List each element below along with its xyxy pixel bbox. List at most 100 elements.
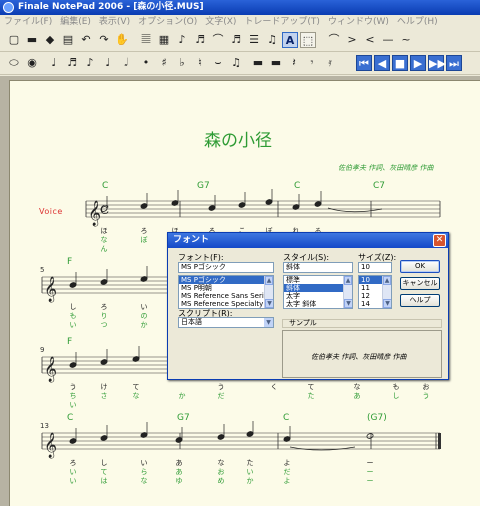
scroll-up-icon[interactable]: ▲ bbox=[344, 276, 352, 285]
lyric-syllable[interactable]: お bbox=[420, 383, 432, 392]
forward-icon[interactable]: ▶▶ bbox=[428, 55, 446, 71]
staff-name-voice[interactable]: Voice bbox=[39, 207, 63, 216]
menu-item-7[interactable]: ヘルプ(H) bbox=[393, 15, 442, 29]
crescendo-icon[interactable]: > bbox=[344, 32, 360, 48]
whole-rest-icon[interactable]: ▬ bbox=[250, 55, 266, 71]
scroll-down-icon[interactable]: ▼ bbox=[344, 299, 352, 308]
eighth-note-icon[interactable]: ♪ bbox=[82, 55, 98, 71]
size-input[interactable]: 10 bbox=[358, 262, 392, 273]
scrollbar[interactable]: ▲ ▼ bbox=[382, 276, 391, 308]
menu-item-0[interactable]: ファイル(F) bbox=[0, 15, 56, 29]
font-list-item[interactable]: MS Pゴシック bbox=[179, 276, 273, 284]
lyric-syllable[interactable]: い bbox=[67, 321, 79, 330]
font-list-item[interactable]: MS Reference Specialty bbox=[179, 300, 273, 308]
style-list[interactable]: 標準 斜体 太字 太字 斜体 ▲ ▼ bbox=[283, 275, 353, 309]
tuplet-tool-icon[interactable]: ♬ bbox=[228, 32, 244, 48]
lyric-syllable[interactable]: め bbox=[215, 477, 227, 486]
lyric-syllable[interactable]: い bbox=[138, 303, 150, 312]
lyric-syllable[interactable]: だ bbox=[281, 468, 293, 477]
lyric-syllable[interactable]: て bbox=[305, 383, 317, 392]
lyric-syllable[interactable]: ろ bbox=[67, 459, 79, 468]
lyric-syllable[interactable]: て bbox=[130, 383, 142, 392]
lyric-syllable[interactable]: ぼ bbox=[138, 236, 150, 245]
script-select[interactable]: 日本語 ▼ bbox=[178, 317, 274, 328]
thirtysecond-note-icon[interactable]: ♩ bbox=[46, 55, 62, 71]
eighth-rest-icon[interactable]: 𝄾 bbox=[304, 55, 320, 71]
lyric-syllable[interactable]: り bbox=[98, 312, 110, 321]
undo-icon[interactable]: ↶ bbox=[78, 32, 94, 48]
lyric-syllable[interactable]: う bbox=[215, 383, 227, 392]
lyric-syllable[interactable]: い bbox=[67, 468, 79, 477]
measure-tool-icon[interactable]: ▦ bbox=[156, 32, 172, 48]
new-doc-icon[interactable]: ▢ bbox=[6, 32, 22, 48]
chord-symbol[interactable]: F bbox=[67, 257, 72, 267]
style-list-item[interactable]: 標準 bbox=[284, 276, 352, 284]
lyric-syllable[interactable]: ー bbox=[364, 468, 376, 477]
close-icon[interactable]: ✕ bbox=[433, 234, 446, 247]
font-list-item[interactable]: MS Reference Sans Serif bbox=[179, 292, 273, 300]
lyric-syllable[interactable]: ろ bbox=[98, 303, 110, 312]
scrollbar[interactable]: ▲ ▼ bbox=[343, 276, 352, 308]
rewind-start-icon[interactable]: ⏮ bbox=[356, 55, 372, 71]
lyric-syllable[interactable]: し bbox=[98, 459, 110, 468]
menu-item-2[interactable]: 表示(V) bbox=[95, 15, 134, 29]
lyric-syllable[interactable]: さ bbox=[98, 392, 110, 401]
menu-item-6[interactable]: ウィンドウ(W) bbox=[324, 15, 393, 29]
chord-symbol[interactable]: (G7) bbox=[367, 413, 387, 423]
print-icon[interactable]: ▤ bbox=[60, 32, 76, 48]
chevron-down-icon[interactable]: ▼ bbox=[264, 318, 273, 327]
selection-tool-icon[interactable]: ⬚ bbox=[300, 32, 316, 48]
font-list-item[interactable]: MS P明朝 bbox=[179, 284, 273, 292]
lyric-syllable[interactable]: あ bbox=[173, 459, 185, 468]
simple-entry-icon[interactable]: ⬭ bbox=[6, 55, 22, 71]
scrollbar[interactable]: ▲ ▼ bbox=[264, 276, 273, 308]
half-note-icon[interactable]: 𝅗𝅥 bbox=[118, 55, 134, 71]
menu-item-1[interactable]: 編集(E) bbox=[56, 15, 95, 29]
slur-tool-icon[interactable]: ⌒ bbox=[210, 32, 226, 48]
menu-item-4[interactable]: 文字(X) bbox=[201, 15, 240, 29]
lyric-syllable[interactable]: な bbox=[138, 477, 150, 486]
lyric-syllable[interactable]: た bbox=[305, 392, 317, 401]
lyric-syllable[interactable]: ゆ bbox=[173, 477, 185, 486]
lyric-syllable[interactable]: ほ bbox=[98, 227, 110, 236]
lyric-syllable[interactable]: も bbox=[390, 383, 402, 392]
lyric-syllable[interactable]: あ bbox=[351, 392, 363, 401]
style-input[interactable]: 斜体 bbox=[283, 262, 353, 273]
song-title[interactable]: 森の小径 bbox=[204, 126, 272, 151]
play-icon[interactable]: ▶ bbox=[410, 55, 426, 71]
style-list-item[interactable]: 太字 bbox=[284, 292, 352, 300]
style-list-item[interactable]: 斜体 bbox=[284, 284, 352, 292]
cancel-button[interactable]: キャンセル bbox=[400, 277, 440, 290]
lyric-syllable[interactable]: い bbox=[244, 468, 256, 477]
note-tool-icon[interactable]: ♪ bbox=[174, 32, 190, 48]
chord-symbol[interactable]: C bbox=[102, 181, 108, 191]
lyric-syllable[interactable]: う bbox=[420, 392, 432, 401]
style-list-item[interactable]: 太字 斜体 bbox=[284, 300, 352, 308]
lyric-syllable[interactable]: な bbox=[351, 383, 363, 392]
font-list[interactable]: MS Pゴシック MS P明朝 MS Reference Sans Serif MS … bbox=[178, 275, 274, 309]
chord-symbol[interactable]: C7 bbox=[373, 181, 385, 191]
lyric-syllable[interactable]: ちい bbox=[67, 392, 79, 410]
lyric-syllable[interactable]: い bbox=[138, 459, 150, 468]
help-button[interactable]: ヘルプ bbox=[400, 294, 440, 307]
sixteenth-rest-icon[interactable]: 𝄿 bbox=[322, 55, 338, 71]
menu-item-5[interactable]: トレードアップ(T) bbox=[240, 15, 324, 29]
lyric-syllable[interactable]: なん bbox=[98, 236, 110, 254]
ok-button[interactable]: OK bbox=[400, 260, 440, 273]
lyric-syllable[interactable]: よ bbox=[281, 477, 293, 486]
size-list[interactable]: 10 11 12 14 ▲ ▼ bbox=[358, 275, 392, 309]
font-name-input[interactable]: MS Pゴシック bbox=[178, 262, 274, 273]
dot-icon[interactable]: • bbox=[138, 55, 154, 71]
tilde-icon[interactable]: ~ bbox=[398, 32, 414, 48]
scroll-up-icon[interactable]: ▲ bbox=[265, 276, 273, 285]
scroll-up-icon[interactable]: ▲ bbox=[383, 276, 391, 285]
lyric-syllable[interactable]: ら bbox=[138, 468, 150, 477]
lyric-syllable[interactable]: た bbox=[244, 459, 256, 468]
lyric-syllable[interactable]: う bbox=[67, 383, 79, 392]
lyric-syllable[interactable]: な bbox=[130, 392, 142, 401]
lyric-syllable[interactable]: か bbox=[176, 392, 188, 401]
line-icon[interactable]: — bbox=[380, 32, 396, 48]
stop-icon[interactable]: ■ bbox=[392, 55, 408, 71]
lyric-syllable[interactable]: し bbox=[390, 392, 402, 401]
quarter-note-icon[interactable]: ♩ bbox=[100, 55, 116, 71]
